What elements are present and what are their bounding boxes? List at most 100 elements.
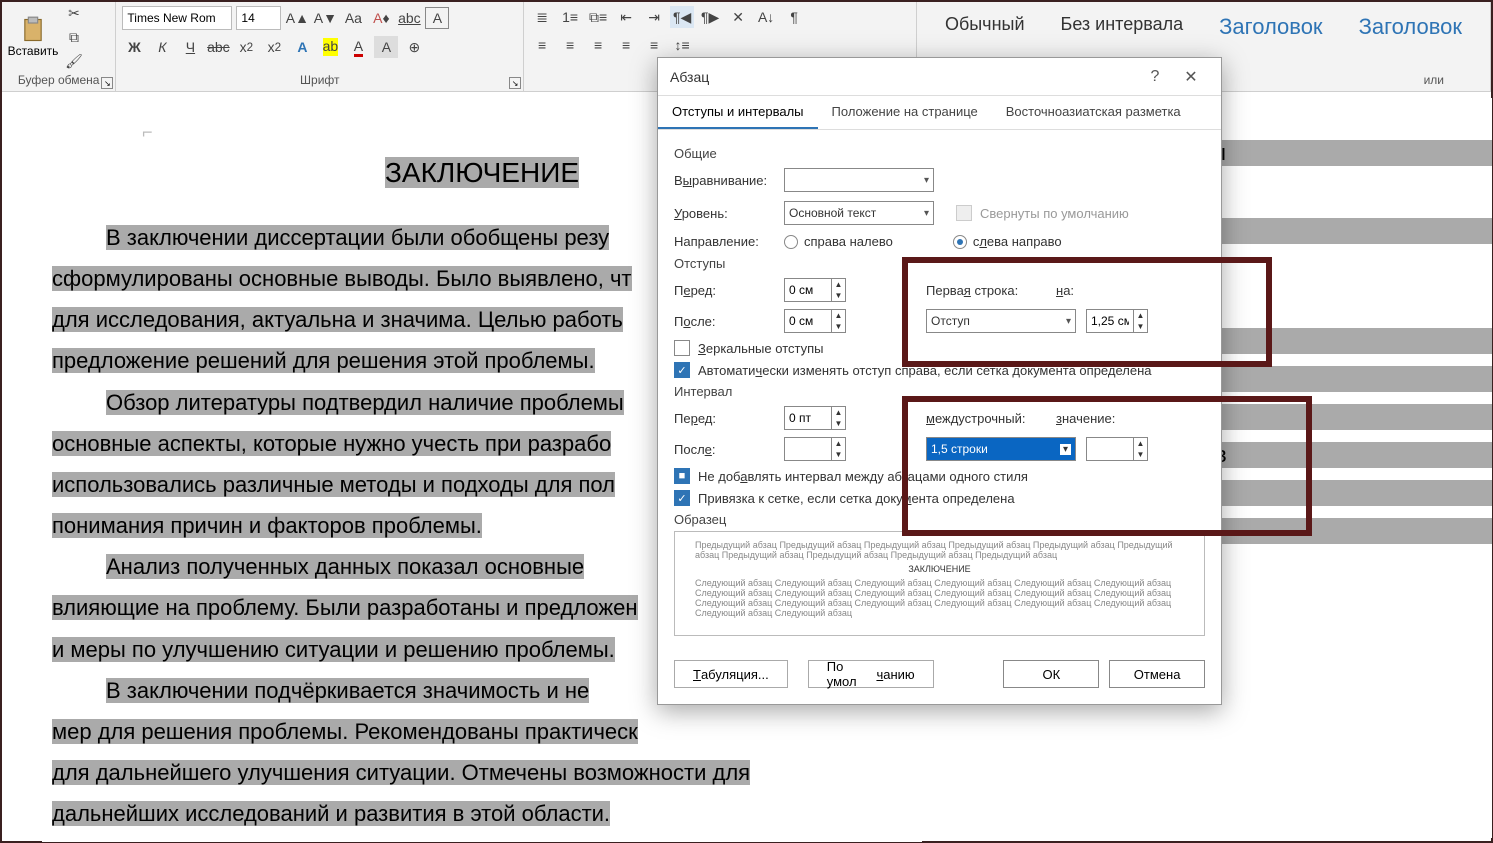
justify-button[interactable]: ≡ [614, 34, 638, 56]
format-painter-button[interactable]: 🖌 [62, 50, 86, 72]
style-heading1[interactable]: Заголовок [1219, 14, 1322, 40]
at-label: значение: [1056, 411, 1126, 426]
indent-after-spin[interactable]: ▲▼ [784, 309, 846, 333]
p4b: мер для решения проблемы. Рекомендованы … [52, 719, 638, 744]
mirror-checkbox[interactable] [674, 340, 690, 356]
font-color-button[interactable]: A [346, 36, 370, 58]
p3b: влияющие на проблему. Были разработаны и… [52, 595, 638, 620]
p1d: предложение решений для решения этой про… [52, 348, 595, 373]
font-size-combo[interactable] [236, 6, 281, 30]
help-button[interactable]: ? [1137, 59, 1173, 95]
ok-button[interactable]: ОК [1003, 660, 1099, 688]
highlight-button[interactable]: ab [318, 36, 342, 58]
indent-after-label: После: [674, 314, 774, 329]
text-effects-button[interactable]: A [290, 36, 314, 58]
align-left-button[interactable]: ≡ [530, 34, 554, 56]
copy-button[interactable]: ⧉ [62, 26, 86, 48]
clear-formatting-button[interactable]: A♦ [369, 7, 393, 29]
cut-button[interactable]: ✂ [62, 2, 86, 24]
level-label: Уровень: [674, 206, 774, 221]
tab-asian[interactable]: Восточноазиатская разметка [992, 96, 1195, 129]
p4d: дальнейших исследований и развития в это… [52, 801, 610, 826]
subscript-button[interactable]: x2 [234, 36, 258, 58]
font-group-label: Шрифт [122, 71, 517, 89]
distribute-button[interactable]: ≡ [642, 34, 666, 56]
tab-indents[interactable]: Отступы и интервалы [658, 96, 818, 129]
paste-label: Вставить [8, 44, 59, 58]
default-button[interactable]: По умолчанию [808, 660, 934, 688]
tab-pageposition[interactable]: Положение на странице [818, 96, 992, 129]
enclose-char-button[interactable]: ⊕ [402, 36, 426, 58]
font-name-combo[interactable] [122, 6, 232, 30]
alignment-combo[interactable]: ▾ [784, 168, 934, 192]
p4: В заключении подчёркивается значимость и… [106, 678, 589, 703]
preview-box: Предыдущий абзац Предыдущий абзац Предыд… [674, 531, 1205, 636]
paste-button[interactable]: Вставить [8, 10, 58, 65]
sort-button[interactable]: A↓ [754, 6, 778, 28]
underline-button[interactable]: Ч [178, 36, 202, 58]
superscript-button[interactable]: x2 [262, 36, 286, 58]
level-combo[interactable]: Основной текст▾ [784, 201, 934, 225]
phonetic-guide-button[interactable]: abc [397, 7, 421, 29]
align-center-button[interactable]: ≡ [558, 34, 582, 56]
general-label: Общие [674, 146, 1205, 161]
style-heading2[interactable]: Заголовок [1359, 14, 1462, 40]
decrease-indent-button[interactable]: ⇤ [614, 6, 638, 28]
close-button[interactable]: ✕ [1173, 59, 1209, 95]
linespacing-combo[interactable]: 1,5 строки▾ [926, 437, 1076, 461]
ltr-radio[interactable]: слева направо [953, 234, 1062, 249]
show-hide-button[interactable]: ¶ [782, 6, 806, 28]
sp-before-label: Перед: [674, 411, 774, 426]
p2c: использовались различные методы и подход… [52, 472, 615, 497]
enclose-button[interactable]: A [425, 7, 449, 29]
special-combo[interactable]: Отступ▾ [926, 309, 1076, 333]
multilevel-button[interactable]: ⧉≡ [586, 6, 610, 28]
change-case-button[interactable]: Aa [341, 7, 365, 29]
snap-checkbox[interactable]: ✓ [674, 490, 690, 506]
rtl-button[interactable]: ¶▶ [698, 6, 722, 28]
p1c: для исследования, актуальна и значима. Ц… [52, 307, 623, 332]
p2: Обзор литературы подтвердил наличие проб… [106, 390, 624, 415]
doc-title: ЗАКЛЮЧЕНИЕ [385, 157, 579, 188]
special-by-spin[interactable]: ▲▼ [1086, 309, 1148, 333]
snap-label: Привязка к сетке, если сетка документа о… [698, 491, 1015, 506]
preview-title: ЗАКЛЮЧЕНИЕ [695, 564, 1184, 574]
autoindent-checkbox[interactable]: ✓ [674, 362, 690, 378]
linespacing-label: междустрочный: [926, 411, 1046, 426]
increase-indent-button[interactable]: ⇥ [642, 6, 666, 28]
italic-button[interactable]: К [150, 36, 174, 58]
p4c: для дальнейшего улучшения ситуации. Отме… [52, 760, 750, 785]
bold-button[interactable]: Ж [122, 36, 146, 58]
bullets-button[interactable]: ≣ [530, 6, 554, 28]
font-launcher[interactable]: ↘ [509, 77, 521, 89]
alignment-label: Выравнивание: [674, 173, 774, 188]
clipboard-launcher[interactable]: ↘ [101, 77, 113, 89]
align-right-button[interactable]: ≡ [586, 34, 610, 56]
style-normal[interactable]: Обычный [945, 14, 1025, 40]
ltr-button[interactable]: ¶◀ [670, 6, 694, 28]
paragraph-dialog: Абзац ? ✕ Отступы и интервалы Положение … [657, 57, 1222, 705]
rtl-radio[interactable]: справа налево [784, 234, 893, 249]
asian-layout-button[interactable]: ✕ [726, 6, 750, 28]
collapse-label: Свернуты по умолчанию [980, 206, 1129, 221]
numbering-button[interactable]: 1≡ [558, 6, 582, 28]
sp-before-spin[interactable]: ▲▼ [784, 406, 846, 430]
char-shading-button[interactable]: A [374, 36, 398, 58]
shrink-font-button[interactable]: A▼ [313, 7, 337, 29]
indents-label: Отступы [674, 256, 1205, 271]
tabs-button[interactable]: Табуляция... [674, 660, 788, 688]
sp-after-spin[interactable]: ▲▼ [784, 437, 846, 461]
indent-before-label: Перед: [674, 283, 774, 298]
line-spacing-button[interactable]: ↕≡ [670, 34, 694, 56]
indent-before-spin[interactable]: ▲▼ [784, 278, 846, 302]
firstline-label: Первая строка: [926, 283, 1046, 298]
style-nospacing[interactable]: Без интервала [1061, 14, 1184, 40]
p1: В заключении диссертации были обобщены р… [106, 225, 609, 250]
noextra-checkbox[interactable]: ■ [674, 468, 690, 484]
at-spin[interactable]: ▲▼ [1086, 437, 1148, 461]
grow-font-button[interactable]: A▲ [285, 7, 309, 29]
clipboard-group: Вставить ✂ ⧉ 🖌 Буфер обмена ↘ [2, 2, 116, 91]
strike-button[interactable]: abc [206, 36, 230, 58]
cancel-button[interactable]: Отмена [1109, 660, 1205, 688]
direction-label: Направление: [674, 234, 774, 249]
